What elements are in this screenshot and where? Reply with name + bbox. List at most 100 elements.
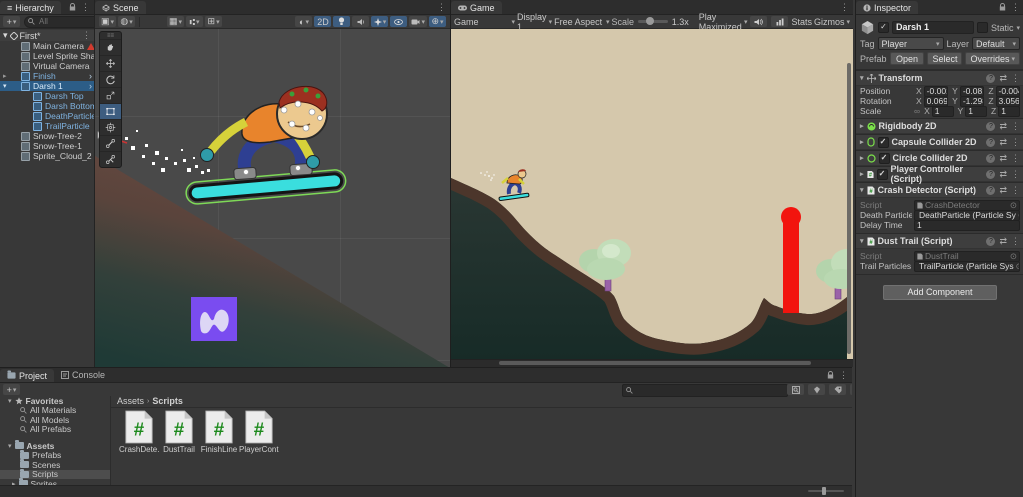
grid-visibility-dropdown[interactable]: ⊞ ▾ xyxy=(205,16,223,27)
position-y-field[interactable]: -0.081 xyxy=(959,85,985,97)
component-menu-icon[interactable]: ⋮ xyxy=(1011,73,1020,83)
static-checkbox[interactable] xyxy=(976,22,988,33)
static-dropdown-icon[interactable]: ▾ xyxy=(1016,24,1020,32)
prefab-open-button[interactable]: Open xyxy=(889,52,925,65)
hierarchy-item-snow-tree-1[interactable]: Snow-Tree-1 xyxy=(0,141,94,151)
game-vertical-scrollbar[interactable] xyxy=(847,63,851,354)
search-by-label-icon[interactable] xyxy=(808,384,825,395)
rotation-x-field[interactable]: 0.069 xyxy=(923,95,949,107)
tool-handle-orientation-dropdown[interactable]: ◍ ▾ xyxy=(118,16,136,27)
prefab-select-button[interactable]: Select xyxy=(927,52,963,65)
asset-zoom-slider[interactable] xyxy=(808,487,844,495)
tab-inspector[interactable]: Inspector xyxy=(856,1,919,14)
mute-audio-toggle[interactable] xyxy=(750,16,768,27)
position-x-field[interactable]: -0.001 xyxy=(923,85,949,97)
presets-icon[interactable]: ⇄ xyxy=(999,137,1007,148)
custom-tool-button-2[interactable] xyxy=(100,151,121,167)
constrain-proportions-icon[interactable]: ∞ xyxy=(914,106,920,116)
help-icon[interactable]: ? xyxy=(986,185,996,195)
presets-icon[interactable]: ⇄ xyxy=(999,73,1007,84)
component-enabled-checkbox[interactable]: ✓ xyxy=(878,152,890,164)
scene-menu-icon[interactable]: ⋮ xyxy=(437,2,446,12)
tab-console[interactable]: Console xyxy=(54,368,112,382)
2d-mode-toggle[interactable]: 2D xyxy=(314,16,332,27)
hierarchy-item-virtual-camera[interactable]: Virtual Camera xyxy=(0,61,94,71)
scale-z-field[interactable]: 1 xyxy=(998,105,1020,117)
help-icon[interactable]: ? xyxy=(986,137,996,147)
scale-tool-button[interactable] xyxy=(100,87,121,103)
scale-slider[interactable] xyxy=(637,17,668,25)
tag-dropdown[interactable]: Player ▾ xyxy=(877,37,944,50)
snowboarder-character[interactable] xyxy=(180,82,355,207)
effects-dropdown[interactable]: ▾ xyxy=(371,16,389,27)
increment-snap-dropdown[interactable]: ⑆ ▾ xyxy=(186,16,204,27)
add-component-button[interactable]: Add Component xyxy=(883,285,997,300)
favorites-all-prefabs[interactable]: All Prefabs xyxy=(0,424,110,434)
component-menu-icon[interactable]: ⋮ xyxy=(1011,236,1020,246)
layer-dropdown[interactable]: Default ▾ xyxy=(972,37,1020,50)
tab-game[interactable]: Game xyxy=(451,1,502,14)
scene-gizmos-dropdown[interactable]: ⊕ ▾ xyxy=(429,16,446,27)
component-enabled-checkbox[interactable]: ✓ xyxy=(876,168,888,180)
script-object-field[interactable]: DustTrail ⊙ xyxy=(914,250,1020,262)
component-menu-icon[interactable]: ⋮ xyxy=(1011,137,1020,147)
game-viewport[interactable] xyxy=(451,29,853,360)
game-menu-icon[interactable]: ⋮ xyxy=(840,2,849,12)
help-icon[interactable]: ? xyxy=(986,153,996,163)
help-icon[interactable]: ? xyxy=(986,169,996,179)
stats-toggle[interactable]: Stats xyxy=(791,17,812,27)
component-menu-icon[interactable]: ⋮ xyxy=(1011,121,1020,131)
presets-icon[interactable]: ⇄ xyxy=(999,121,1007,132)
object-picker-icon[interactable]: ⊙ xyxy=(1018,211,1019,220)
prefab-open-arrow-icon[interactable]: › xyxy=(89,81,92,91)
aspect-dropdown[interactable]: Free Aspect ▾ xyxy=(554,17,609,27)
inspector-menu-icon[interactable]: ⋮ xyxy=(1011,2,1020,12)
scene-audio-toggle[interactable] xyxy=(352,16,370,27)
grid-snapping-dropdown[interactable]: ▦ ▾ xyxy=(167,16,185,27)
object-picker-icon[interactable]: ⊙ xyxy=(1016,262,1019,271)
component-menu-icon[interactable]: ⋮ xyxy=(1011,185,1020,195)
tab-hierarchy[interactable]: ≡ Hierarchy xyxy=(0,1,61,14)
scene-row-menu-icon[interactable]: ⋮ xyxy=(82,31,91,40)
hand-tool-button[interactable] xyxy=(100,39,121,55)
project-add-button[interactable]: + ▾ xyxy=(3,384,20,395)
capsule-collider-component-header[interactable]: ▸ ✓ Capsule Collider 2D ? ⇄ ⋮ xyxy=(856,134,1023,150)
folder-prefabs[interactable]: Prefabs xyxy=(0,449,110,460)
tab-project[interactable]: Project xyxy=(0,369,55,382)
trail-particles-object-field[interactable]: TrailParticle (Particle Sys⊙ xyxy=(914,260,1020,272)
script-object-field[interactable]: CrashDetector ⊙ xyxy=(914,199,1020,211)
hierarchy-item-main-camera[interactable]: Main Camera xyxy=(0,41,94,51)
scene-root-row[interactable]: ▾ First* ⋮ xyxy=(0,30,94,41)
active-checkbox[interactable]: ✓ xyxy=(878,22,889,33)
hierarchy-item-level-sprite-shape[interactable]: Level Sprite Shap xyxy=(0,51,94,61)
lock-icon[interactable] xyxy=(827,371,834,379)
dust-trail-component-header[interactable]: ▾ # Dust Trail (Script) ? ⇄ ⋮ xyxy=(856,233,1023,249)
folder-scripts[interactable]: Scripts xyxy=(0,468,110,479)
hierarchy-item-darsh-1[interactable]: ▾ Darsh 1 › xyxy=(0,81,94,91)
component-enabled-checkbox[interactable]: ✓ xyxy=(877,136,889,148)
help-icon[interactable]: ? xyxy=(986,236,996,246)
add-object-button[interactable]: + ▾ xyxy=(3,16,20,27)
rect-tool-button[interactable] xyxy=(100,103,121,119)
hierarchy-search[interactable] xyxy=(24,15,94,28)
folder-scenes[interactable]: Scenes xyxy=(0,459,110,470)
transform-component-header[interactable]: ▾ Transform ? ⇄ ⋮ xyxy=(856,70,1023,86)
component-menu-icon[interactable]: ⋮ xyxy=(1011,169,1020,179)
tab-scene[interactable]: Scene xyxy=(95,1,146,14)
asset-playercontroller[interactable]: # PlayerCont... xyxy=(239,410,279,454)
asset-dusttrail[interactable]: # DustTrail xyxy=(159,410,199,454)
purple-logo-sprite[interactable] xyxy=(191,297,237,341)
transform-tool-button[interactable] xyxy=(100,119,121,135)
search-by-type-icon[interactable] xyxy=(787,384,804,395)
frame-stats-icon[interactable] xyxy=(771,16,789,27)
rotation-z-field[interactable]: 3.056 xyxy=(995,95,1020,107)
scene-camera-dropdown[interactable]: ▾ xyxy=(409,16,427,27)
breadcrumb-scripts[interactable]: Scripts xyxy=(152,396,183,406)
favorites-all-materials[interactable]: All Materials xyxy=(0,405,110,415)
crash-detector-component-header[interactable]: ▾ # Crash Detector (Script) ? ⇄ ⋮ xyxy=(856,182,1023,198)
scene-viewport[interactable]: ≡≡ xyxy=(95,29,450,367)
favorites-all-models[interactable]: All Models xyxy=(0,415,110,425)
hierarchy-item-deathparticle[interactable]: DeathParticle xyxy=(0,111,94,121)
delay-time-field[interactable]: 1 xyxy=(914,219,1020,231)
scale-x-field[interactable]: 1 xyxy=(931,105,954,117)
